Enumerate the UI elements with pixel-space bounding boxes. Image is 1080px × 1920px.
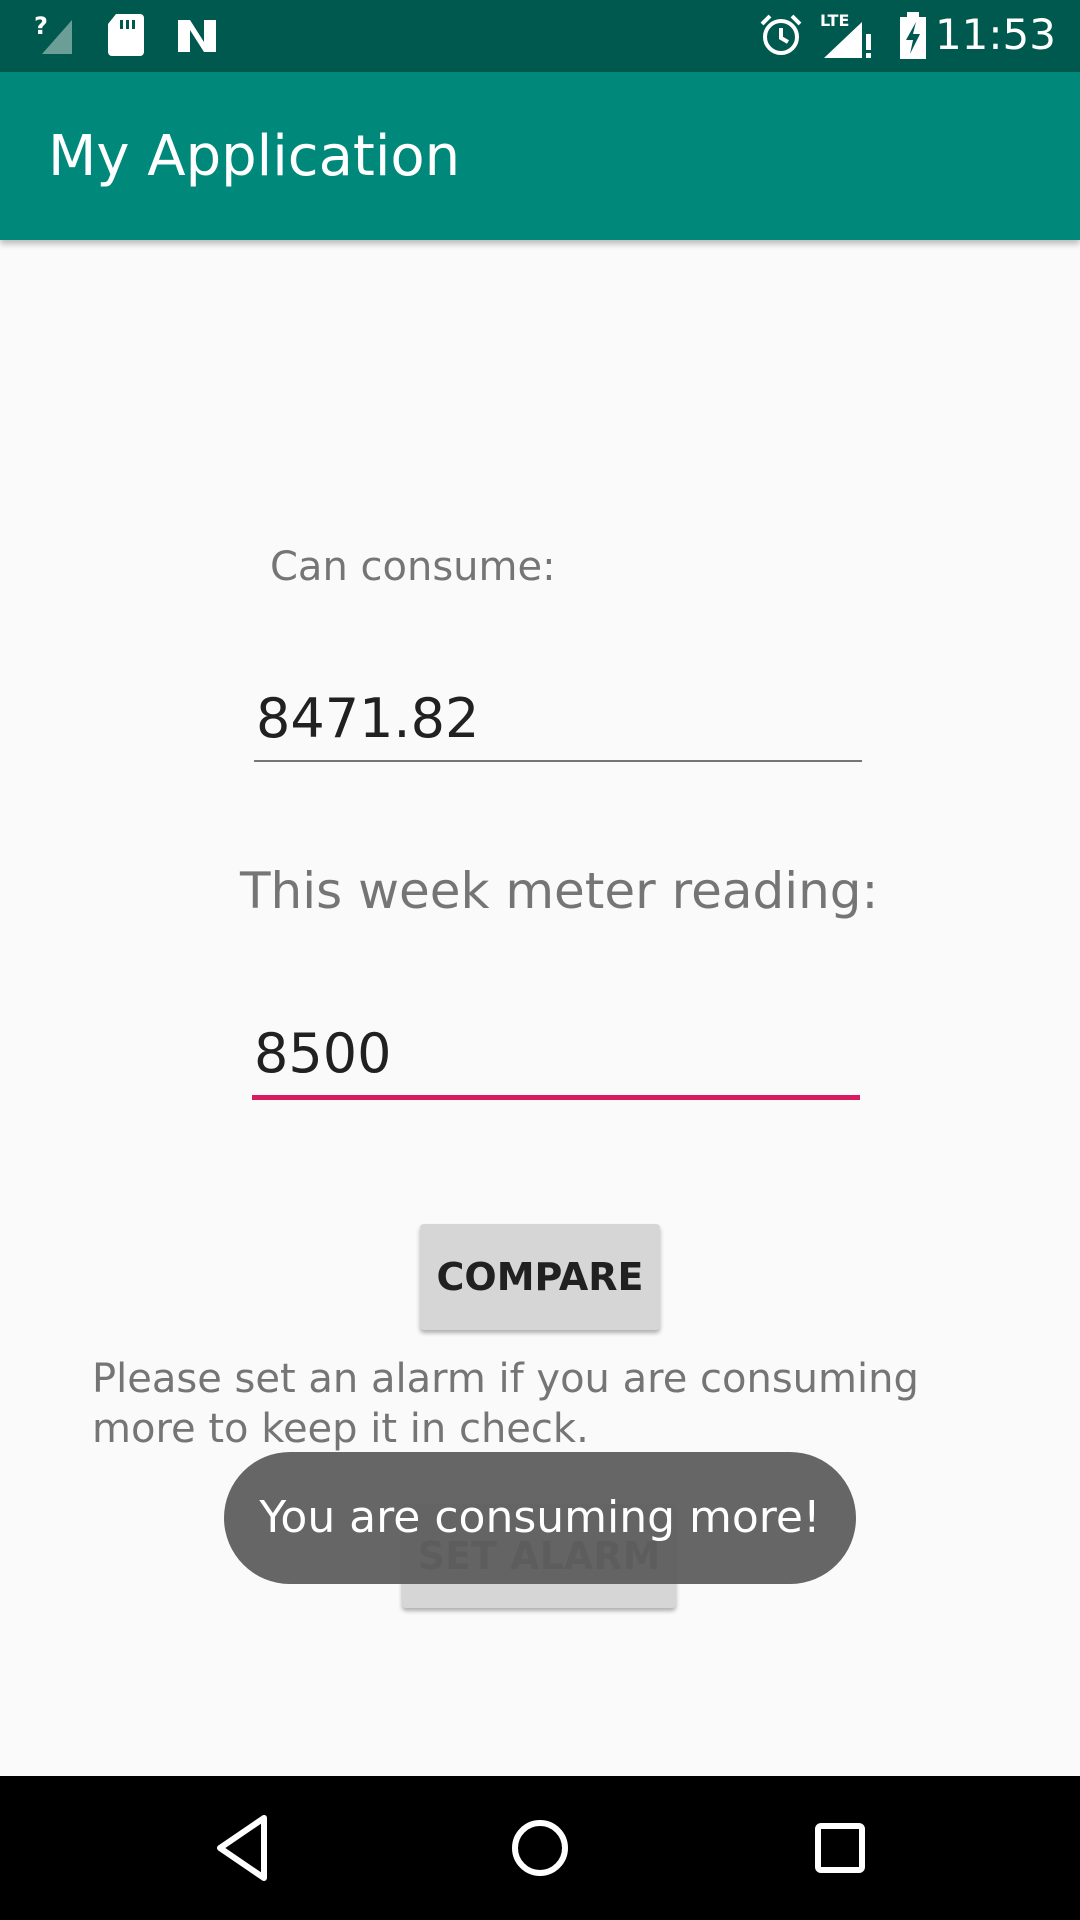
compare-button[interactable]: COMPARE [420,1224,660,1330]
n-notification-icon [178,20,216,52]
alarm-icon [760,14,802,55]
meter-reading-label: This week meter reading: [240,862,879,920]
meter-reading-field[interactable] [252,1020,860,1100]
app-bar: My Application [0,72,1080,240]
battery-charging-icon [900,12,926,59]
screen: ? LTE 11:53 My Application Can consume: … [0,0,1080,1920]
lte-signal-icon: LTE [820,12,871,58]
can-consume-field[interactable] [254,684,862,762]
can-consume-label: Can consume: [270,544,556,590]
status-bar: ? LTE 11:53 [0,0,1080,72]
status-time: 11:53 [934,10,1056,59]
sd-card-icon [108,14,144,56]
svg-text:LTE: LTE [820,12,849,30]
toast-message: You are consuming more! [224,1452,856,1584]
app-title: My Application [48,124,461,189]
signal-unknown-icon: ? [34,12,72,54]
recents-icon[interactable] [810,1810,870,1886]
navigation-bar [0,1776,1080,1920]
home-icon[interactable] [506,1810,574,1886]
alarm-hint-text: Please set an alarm if you are consuming… [92,1356,919,1452]
back-icon[interactable] [210,1810,274,1886]
svg-text:?: ? [34,12,48,40]
